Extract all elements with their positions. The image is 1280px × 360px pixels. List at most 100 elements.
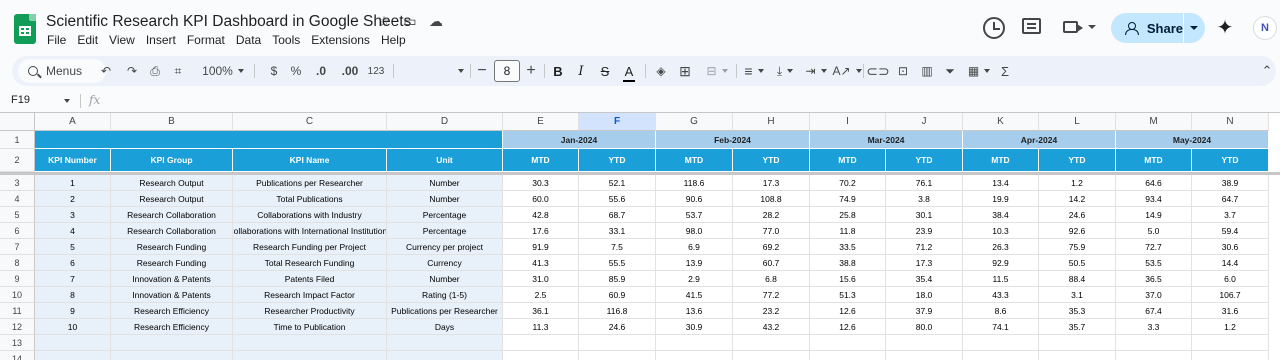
value-cell[interactable]: 30.6 bbox=[1192, 239, 1269, 255]
value-cell[interactable]: 24.6 bbox=[579, 319, 656, 335]
kpi-number-cell[interactable]: 3 bbox=[35, 207, 111, 223]
bold-button[interactable]: B bbox=[550, 56, 566, 86]
value-cell[interactable]: 92.6 bbox=[1039, 223, 1116, 239]
kpi-unit-cell[interactable]: Currency bbox=[387, 255, 503, 271]
value-cell[interactable]: 12.6 bbox=[810, 303, 886, 319]
menu-extensions[interactable]: Extensions bbox=[311, 33, 370, 47]
value-cell[interactable]: 3.7 bbox=[1192, 207, 1269, 223]
row-header-7[interactable]: 7 bbox=[0, 239, 35, 255]
menu-format[interactable]: Format bbox=[187, 33, 225, 47]
column-header-d[interactable]: D bbox=[387, 113, 503, 131]
kpi-unit-cell[interactable]: Currency per project bbox=[387, 239, 503, 255]
empty-cell[interactable] bbox=[503, 351, 579, 360]
value-cell[interactable]: 5.0 bbox=[1116, 223, 1192, 239]
empty-cell[interactable] bbox=[1116, 351, 1192, 360]
menu-data[interactable]: Data bbox=[236, 33, 261, 47]
value-cell[interactable]: 60.9 bbox=[579, 287, 656, 303]
value-cell[interactable]: 68.7 bbox=[579, 207, 656, 223]
column-title[interactable]: KPI Group bbox=[111, 149, 233, 172]
period-header[interactable]: YTD bbox=[1039, 149, 1116, 172]
merge-cells-icon[interactable]: ⊟ bbox=[701, 56, 733, 86]
gemini-icon[interactable]: ✦ bbox=[1215, 18, 1235, 38]
value-cell[interactable]: 7.5 bbox=[579, 239, 656, 255]
column-header-j[interactable]: J bbox=[886, 113, 963, 131]
value-cell[interactable]: 98.0 bbox=[656, 223, 733, 239]
kpi-unit-cell[interactable]: Number bbox=[387, 175, 503, 191]
kpi-number-cell[interactable]: 7 bbox=[35, 271, 111, 287]
kpi-number-cell[interactable]: 1 bbox=[35, 175, 111, 191]
empty-cell[interactable] bbox=[579, 351, 656, 360]
horizontal-align-icon[interactable]: ≡ bbox=[741, 56, 767, 86]
row-header-2[interactable]: 2 bbox=[0, 149, 35, 172]
row-header-6[interactable]: 6 bbox=[0, 223, 35, 239]
value-cell[interactable]: 6.8 bbox=[733, 271, 810, 287]
value-cell[interactable]: 42.8 bbox=[503, 207, 579, 223]
value-cell[interactable]: 14.2 bbox=[1039, 191, 1116, 207]
value-cell[interactable]: 60.0 bbox=[503, 191, 579, 207]
header-band-cell[interactable] bbox=[35, 131, 503, 149]
kpi-group-cell[interactable]: Research Output bbox=[111, 175, 233, 191]
increase-decimal-button[interactable]: .00 bbox=[339, 56, 361, 86]
kpi-number-cell[interactable]: 4 bbox=[35, 223, 111, 239]
empty-cell[interactable] bbox=[1192, 351, 1269, 360]
value-cell[interactable]: 76.1 bbox=[886, 175, 963, 191]
value-cell[interactable]: 31.6 bbox=[1192, 303, 1269, 319]
vertical-align-icon[interactable]: ⤓ bbox=[772, 56, 798, 86]
empty-cell[interactable] bbox=[733, 335, 810, 351]
value-cell[interactable]: 13.9 bbox=[656, 255, 733, 271]
column-title[interactable]: Unit bbox=[387, 149, 503, 172]
empty-cell[interactable] bbox=[387, 335, 503, 351]
kpi-group-cell[interactable]: Research Efficiency bbox=[111, 319, 233, 335]
value-cell[interactable]: 2.5 bbox=[503, 287, 579, 303]
kpi-group-cell[interactable]: Research Funding bbox=[111, 255, 233, 271]
kpi-number-cell[interactable]: 6 bbox=[35, 255, 111, 271]
value-cell[interactable]: 33.1 bbox=[579, 223, 656, 239]
period-header[interactable]: MTD bbox=[1116, 149, 1192, 172]
spreadsheet-grid[interactable]: A B C D E F G H I J K L M N 1 2 3 4 5 6 7 8 9 10 11 12 13 14 Jan-202… bbox=[0, 112, 1280, 360]
value-cell[interactable]: 71.2 bbox=[886, 239, 963, 255]
formula-input[interactable] bbox=[110, 93, 1270, 109]
value-cell[interactable]: 52.1 bbox=[579, 175, 656, 191]
value-cell[interactable]: 69.2 bbox=[733, 239, 810, 255]
value-cell[interactable]: 75.9 bbox=[1039, 239, 1116, 255]
currency-format-button[interactable]: $ bbox=[266, 56, 282, 86]
value-cell[interactable]: 15.6 bbox=[810, 271, 886, 287]
menu-tools[interactable]: Tools bbox=[272, 33, 300, 47]
empty-cell[interactable] bbox=[1192, 335, 1269, 351]
value-cell[interactable]: 26.3 bbox=[963, 239, 1039, 255]
value-cell[interactable]: 51.3 bbox=[810, 287, 886, 303]
row-header-13[interactable]: 13 bbox=[0, 335, 35, 351]
value-cell[interactable]: 41.3 bbox=[503, 255, 579, 271]
value-cell[interactable]: 72.7 bbox=[1116, 239, 1192, 255]
value-cell[interactable]: 10.3 bbox=[963, 223, 1039, 239]
name-box-dropdown-icon[interactable] bbox=[64, 99, 70, 103]
kpi-unit-cell[interactable]: Publications per Researcher bbox=[387, 303, 503, 319]
value-cell[interactable]: 118.6 bbox=[656, 175, 733, 191]
text-wrapping-icon[interactable]: ⇥ bbox=[803, 56, 829, 86]
value-cell[interactable]: 23.2 bbox=[733, 303, 810, 319]
value-cell[interactable]: 19.9 bbox=[963, 191, 1039, 207]
column-header-l[interactable]: L bbox=[1039, 113, 1116, 131]
more-formats-button[interactable]: 123 bbox=[365, 56, 387, 86]
period-header[interactable]: MTD bbox=[963, 149, 1039, 172]
kpi-number-cell[interactable]: 2 bbox=[35, 191, 111, 207]
menu-help[interactable]: Help bbox=[381, 33, 406, 47]
kpi-name-cell[interactable]: Research Impact Factor bbox=[233, 287, 387, 303]
share-dropdown-icon[interactable] bbox=[1184, 26, 1204, 30]
empty-cell[interactable] bbox=[35, 335, 111, 351]
value-cell[interactable]: 116.8 bbox=[579, 303, 656, 319]
avatar[interactable]: N bbox=[1253, 16, 1277, 40]
value-cell[interactable]: 55.5 bbox=[579, 255, 656, 271]
column-title[interactable]: KPI Name bbox=[233, 149, 387, 172]
value-cell[interactable]: 3.8 bbox=[886, 191, 963, 207]
value-cell[interactable]: 24.6 bbox=[1039, 207, 1116, 223]
meet-icon[interactable] bbox=[1063, 21, 1083, 33]
sheets-logo-icon[interactable] bbox=[14, 14, 36, 44]
value-cell[interactable]: 6.0 bbox=[1192, 271, 1269, 287]
kpi-name-cell[interactable]: Patents Filed bbox=[233, 271, 387, 287]
value-cell[interactable]: 64.7 bbox=[1192, 191, 1269, 207]
empty-cell[interactable] bbox=[503, 335, 579, 351]
value-cell[interactable]: 11.8 bbox=[810, 223, 886, 239]
value-cell[interactable]: 14.4 bbox=[1192, 255, 1269, 271]
column-header-h[interactable]: H bbox=[733, 113, 810, 131]
